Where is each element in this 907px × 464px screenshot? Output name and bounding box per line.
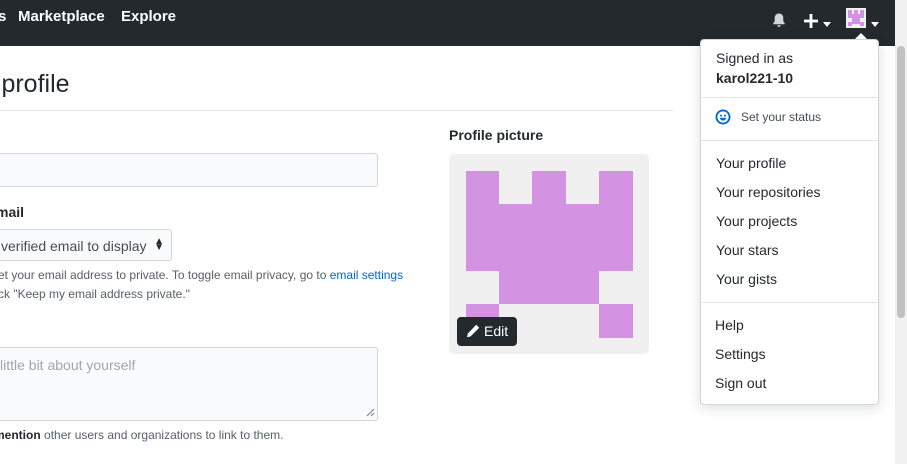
email-privacy-note-text: et your email address to private. To tog… xyxy=(0,268,327,282)
nav-link-explore[interactable]: Explore xyxy=(121,8,176,25)
public-email-label: mail xyxy=(0,204,25,220)
edit-avatar-button[interactable]: Edit xyxy=(457,317,517,346)
menu-item-your-profile[interactable]: Your profile xyxy=(716,155,786,171)
dropdown-caret xyxy=(855,33,867,39)
menu-item-your-gists[interactable]: Your gists xyxy=(716,271,777,287)
signed-in-username[interactable]: karol221-10 xyxy=(716,70,793,86)
scrollbar-thumb[interactable] xyxy=(897,46,905,318)
set-status-button[interactable]: Set your status xyxy=(741,110,821,124)
menu-divider xyxy=(701,302,878,303)
plus-icon[interactable] xyxy=(804,10,818,32)
public-email-select-value: verified email to display xyxy=(1,238,147,254)
menu-divider xyxy=(701,97,878,98)
chevron-down-icon[interactable] xyxy=(871,14,879,36)
name-input[interactable] xyxy=(0,153,378,187)
smiley-icon[interactable] xyxy=(715,109,731,125)
signed-in-as-label: Signed in as xyxy=(716,50,794,66)
mention-note-bold: mention xyxy=(0,428,41,442)
edit-avatar-label: Edit xyxy=(484,323,509,339)
menu-item-your-stars[interactable]: Your stars xyxy=(716,242,779,258)
resize-grip-icon[interactable] xyxy=(366,408,375,417)
bell-icon[interactable] xyxy=(771,9,787,31)
chevron-down-icon[interactable] xyxy=(823,14,831,36)
menu-item-your-projects[interactable]: Your projects xyxy=(716,213,797,229)
nav-link-pulls[interactable]: s xyxy=(0,8,6,25)
page-title: c profile xyxy=(0,70,70,98)
mention-note-text: other users and organizations to link to… xyxy=(44,428,284,442)
email-privacy-note: et your email address to private. To tog… xyxy=(0,266,403,284)
menu-divider xyxy=(701,140,878,141)
menu-item-your-repositories[interactable]: Your repositories xyxy=(716,184,821,200)
mention-note: mention other users and organizations to… xyxy=(0,426,283,444)
public-email-select[interactable]: verified email to display ▲ ▼ xyxy=(0,229,172,261)
menu-item-settings[interactable]: Settings xyxy=(715,346,766,362)
menu-item-help[interactable]: Help xyxy=(715,317,744,333)
select-caret-icon: ▲ ▼ xyxy=(154,236,164,253)
nav-link-marketplace[interactable]: Marketplace xyxy=(18,8,105,25)
avatar[interactable] xyxy=(846,7,866,29)
menu-item-sign-out[interactable]: Sign out xyxy=(715,375,766,391)
title-divider xyxy=(0,110,673,111)
email-privacy-note-line2: ck "Keep my email address private." xyxy=(0,287,190,301)
bio-placeholder: little bit about yourself xyxy=(0,357,136,373)
profile-picture-label: Profile picture xyxy=(449,127,544,143)
profile-identicon xyxy=(466,171,633,338)
email-settings-link[interactable]: email settings xyxy=(330,268,403,282)
pencil-icon xyxy=(467,324,480,338)
